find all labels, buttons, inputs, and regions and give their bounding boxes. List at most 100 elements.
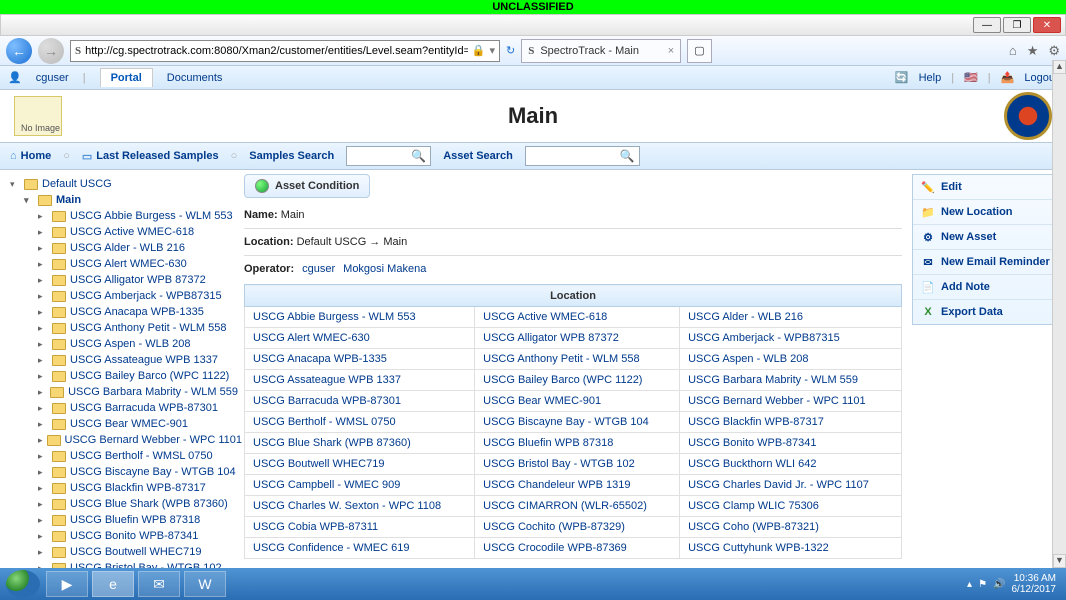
minimize-button[interactable]: — (973, 17, 1001, 33)
help-link[interactable]: Help (919, 72, 942, 84)
home-icon[interactable]: ⌂ (1009, 43, 1017, 59)
location-link[interactable]: USCG Bertholf - WMSL 0750 (253, 416, 396, 428)
samples-search-wrap[interactable]: 🔍 (346, 146, 431, 166)
location-link[interactable]: USCG Campbell - WMEC 909 (253, 479, 400, 491)
location-link[interactable]: USCG Assateague WPB 1337 (253, 374, 401, 386)
location-link[interactable]: USCG Blackfin WPB-87317 (688, 416, 824, 428)
location-link[interactable]: USCG Bonito WPB-87341 (688, 437, 816, 449)
toolbar-last-released[interactable]: ▭Last Released Samples (82, 150, 219, 163)
tree-item[interactable]: ▸USCG Blue Shark (WPB 87360) (38, 496, 238, 512)
location-link[interactable]: USCG Buckthorn WLI 642 (688, 458, 816, 470)
action-add-note[interactable]: 📄Add Note (913, 275, 1059, 300)
operator-1-link[interactable]: cguser (302, 263, 335, 275)
flag-icon[interactable]: 🇺🇸 (964, 71, 978, 84)
browser-tab[interactable]: S SpectroTrack - Main × (521, 39, 681, 63)
tree-item[interactable]: ▸USCG Bear WMEC-901 (38, 416, 238, 432)
forward-button[interactable]: → (38, 38, 64, 64)
tree-item[interactable]: ▸USCG Assateague WPB 1337 (38, 352, 238, 368)
location-link[interactable]: USCG Cochito (WPB-87329) (483, 521, 625, 533)
location-link[interactable]: USCG Boutwell WHEC719 (253, 458, 384, 470)
nav-portal[interactable]: Portal (100, 68, 153, 87)
location-link[interactable]: USCG Barracuda WPB-87301 (253, 395, 401, 407)
new-tab-button[interactable]: ▢ (687, 39, 711, 63)
search-icon[interactable]: 🔍 (620, 149, 635, 163)
location-link[interactable]: USCG Coho (WPB-87321) (688, 521, 819, 533)
settings-icon[interactable]: ⚙ (1048, 43, 1060, 59)
location-link[interactable]: USCG Charles David Jr. - WPC 1107 (688, 479, 869, 491)
task-media-player[interactable]: ▶ (46, 571, 88, 597)
location-link[interactable]: USCG CIMARRON (WLR-65502) (483, 500, 647, 512)
tree-item[interactable]: ▸USCG Aspen - WLB 208 (38, 336, 238, 352)
location-link[interactable]: USCG Bailey Barco (WPC 1122) (483, 374, 642, 386)
search-icon[interactable]: 🔍 (411, 149, 426, 163)
clock[interactable]: 10:36 AM 6/12/2017 (1012, 573, 1061, 595)
tree-item[interactable]: ▸USCG Bluefin WPB 87318 (38, 512, 238, 528)
tree-root[interactable]: ▾Default USCG (10, 176, 238, 192)
back-button[interactable]: ← (6, 38, 32, 64)
action-new-asset[interactable]: ⚙New Asset (913, 225, 1059, 250)
refresh-button[interactable]: ↻ (506, 44, 515, 57)
tree-item[interactable]: ▸USCG Active WMEC-618 (38, 224, 238, 240)
location-link[interactable]: USCG Amberjack - WPB87315 (688, 332, 840, 344)
action-edit[interactable]: ✏️Edit (913, 175, 1059, 200)
tree-item[interactable]: ▸USCG Alligator WPB 87372 (38, 272, 238, 288)
tree-item[interactable]: ▸USCG Bernard Webber - WPC 1101 (38, 432, 238, 448)
location-link[interactable]: USCG Cobia WPB-87311 (253, 521, 378, 533)
tree-item[interactable]: ▸USCG Biscayne Bay - WTGB 104 (38, 464, 238, 480)
dropdown-icon[interactable]: ▾ (489, 44, 495, 57)
tray-up-icon[interactable]: ▴ (967, 579, 972, 590)
asset-search-input[interactable] (530, 147, 620, 165)
tree-item[interactable]: ▸USCG Alder - WLB 216 (38, 240, 238, 256)
location-link[interactable]: USCG Abbie Burgess - WLM 553 (253, 311, 416, 323)
task-word[interactable]: W (184, 571, 226, 597)
tray-volume-icon[interactable]: 🔊 (993, 579, 1005, 590)
tree-item[interactable]: ▸USCG Barbara Mabrity - WLM 559 (38, 384, 238, 400)
asset-search-wrap[interactable]: 🔍 (525, 146, 640, 166)
tree-item[interactable]: ▸USCG Amberjack - WPB87315 (38, 288, 238, 304)
tree-item[interactable]: ▸USCG Anacapa WPB-1335 (38, 304, 238, 320)
location-link[interactable]: USCG Anacapa WPB-1335 (253, 353, 387, 365)
operator-2-link[interactable]: Mokgosi Makena (343, 263, 426, 275)
location-link[interactable]: USCG Biscayne Bay - WTGB 104 (483, 416, 649, 428)
location-link[interactable]: USCG Alert WMEC-630 (253, 332, 370, 344)
nav-documents[interactable]: Documents (167, 72, 223, 84)
location-link[interactable]: USCG Confidence - WMEC 619 (253, 542, 410, 554)
location-link[interactable]: USCG Active WMEC-618 (483, 311, 607, 323)
tree-item[interactable]: ▸USCG Blackfin WPB-87317 (38, 480, 238, 496)
tree-item[interactable]: ▸USCG Anthony Petit - WLM 558 (38, 320, 238, 336)
url-input[interactable] (85, 45, 468, 57)
location-link[interactable]: USCG Anthony Petit - WLM 558 (483, 353, 640, 365)
action-export[interactable]: XExport Data (913, 300, 1059, 324)
scroll-up-icon[interactable]: ▲ (1053, 60, 1066, 74)
tree-item[interactable]: ▸USCG Barracuda WPB-87301 (38, 400, 238, 416)
tree-item[interactable]: ▸USCG Abbie Burgess - WLM 553 (38, 208, 238, 224)
tree-item[interactable]: ▸USCG Bonito WPB-87341 (38, 528, 238, 544)
location-link[interactable]: USCG Chandeleur WPB 1319 (483, 479, 630, 491)
location-link[interactable]: USCG Bluefin WPB 87318 (483, 437, 613, 449)
location-link[interactable]: USCG Aspen - WLB 208 (688, 353, 808, 365)
location-link[interactable]: USCG Blue Shark (WPB 87360) (253, 437, 411, 449)
url-field-wrap[interactable]: S 🔒 ▾ (70, 40, 500, 62)
location-link[interactable]: USCG Clamp WLIC 75306 (688, 500, 819, 512)
location-link[interactable]: USCG Barbara Mabrity - WLM 559 (688, 374, 858, 386)
start-button[interactable] (6, 570, 40, 598)
tray-flag-icon[interactable]: ⚑ (978, 579, 987, 590)
tree-item[interactable]: ▸USCG Boutwell WHEC719 (38, 544, 238, 560)
vertical-scrollbar[interactable]: ▲ ▼ (1052, 60, 1066, 568)
maximize-button[interactable]: ❐ (1003, 17, 1031, 33)
favorites-icon[interactable]: ★ (1027, 43, 1039, 59)
close-button[interactable]: ✕ (1033, 17, 1061, 33)
action-new-email[interactable]: ✉New Email Reminder (913, 250, 1059, 275)
location-link[interactable]: USCG Alligator WPB 87372 (483, 332, 619, 344)
tree-main[interactable]: ▾Main (24, 192, 238, 208)
tree-item[interactable]: ▸USCG Alert WMEC-630 (38, 256, 238, 272)
user-link[interactable]: cguser (36, 72, 69, 84)
toolbar-home[interactable]: ⌂Home (10, 150, 51, 162)
location-link[interactable]: USCG Bear WMEC-901 (483, 395, 601, 407)
scroll-down-icon[interactable]: ▼ (1053, 554, 1066, 568)
asset-condition-button[interactable]: Asset Condition (244, 174, 370, 198)
task-outlook[interactable]: ✉ (138, 571, 180, 597)
action-new-location[interactable]: 📁New Location (913, 200, 1059, 225)
location-link[interactable]: USCG Bristol Bay - WTGB 102 (483, 458, 635, 470)
location-link[interactable]: USCG Crocodile WPB-87369 (483, 542, 627, 554)
